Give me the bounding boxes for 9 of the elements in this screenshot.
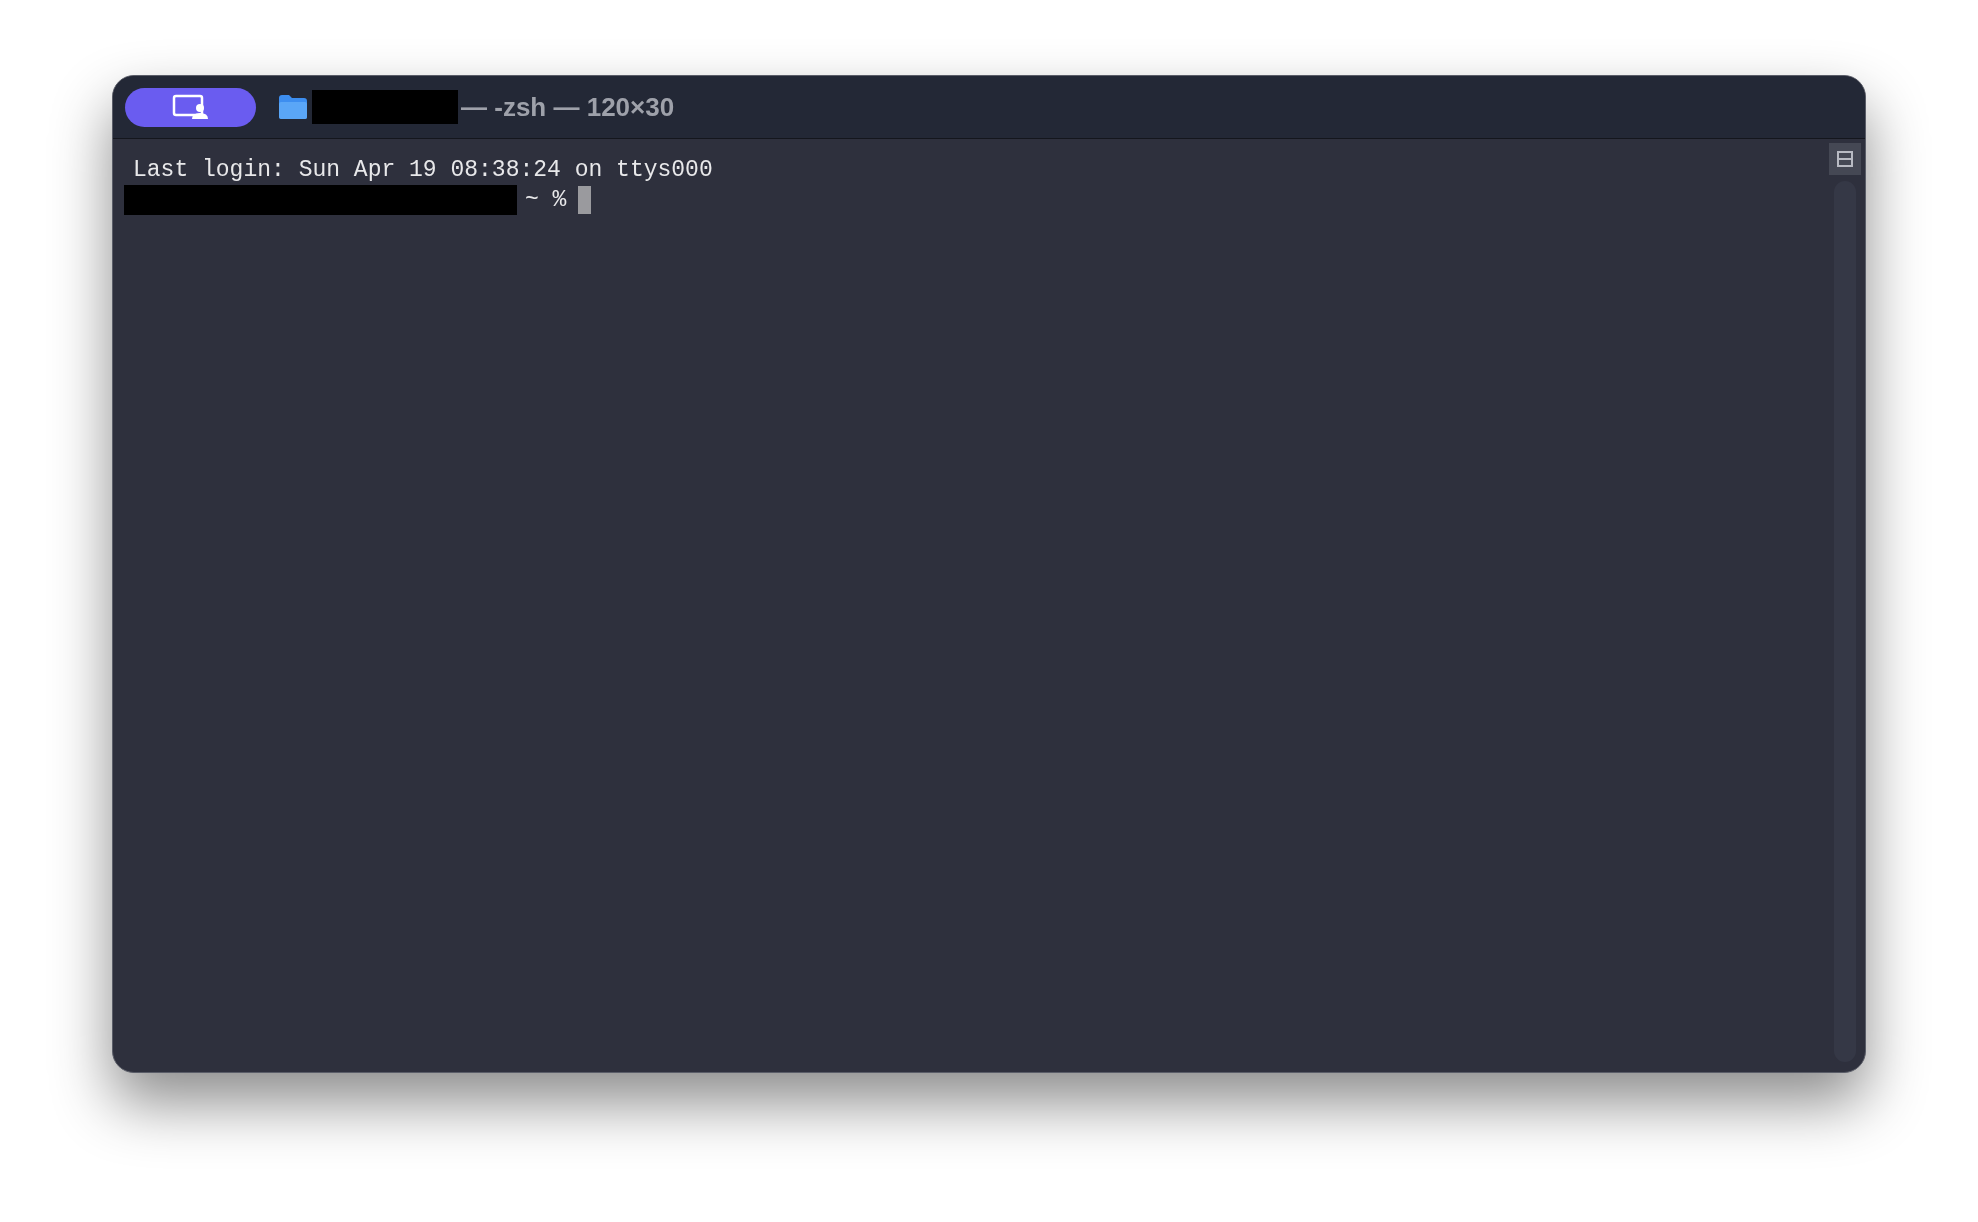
split-icon bbox=[1837, 151, 1853, 167]
screen-person-icon bbox=[171, 94, 210, 120]
prompt-text: ~ % bbox=[525, 186, 567, 215]
profile-button[interactable] bbox=[125, 87, 256, 127]
text-cursor bbox=[578, 186, 592, 214]
folder-icon bbox=[278, 94, 308, 120]
split-pane-button[interactable] bbox=[1829, 143, 1861, 175]
terminal-line: Last login: Sun Apr 19 08:38:24 on ttys000 bbox=[132, 156, 714, 185]
window-title: — -zsh — 120×30 bbox=[461, 90, 675, 124]
